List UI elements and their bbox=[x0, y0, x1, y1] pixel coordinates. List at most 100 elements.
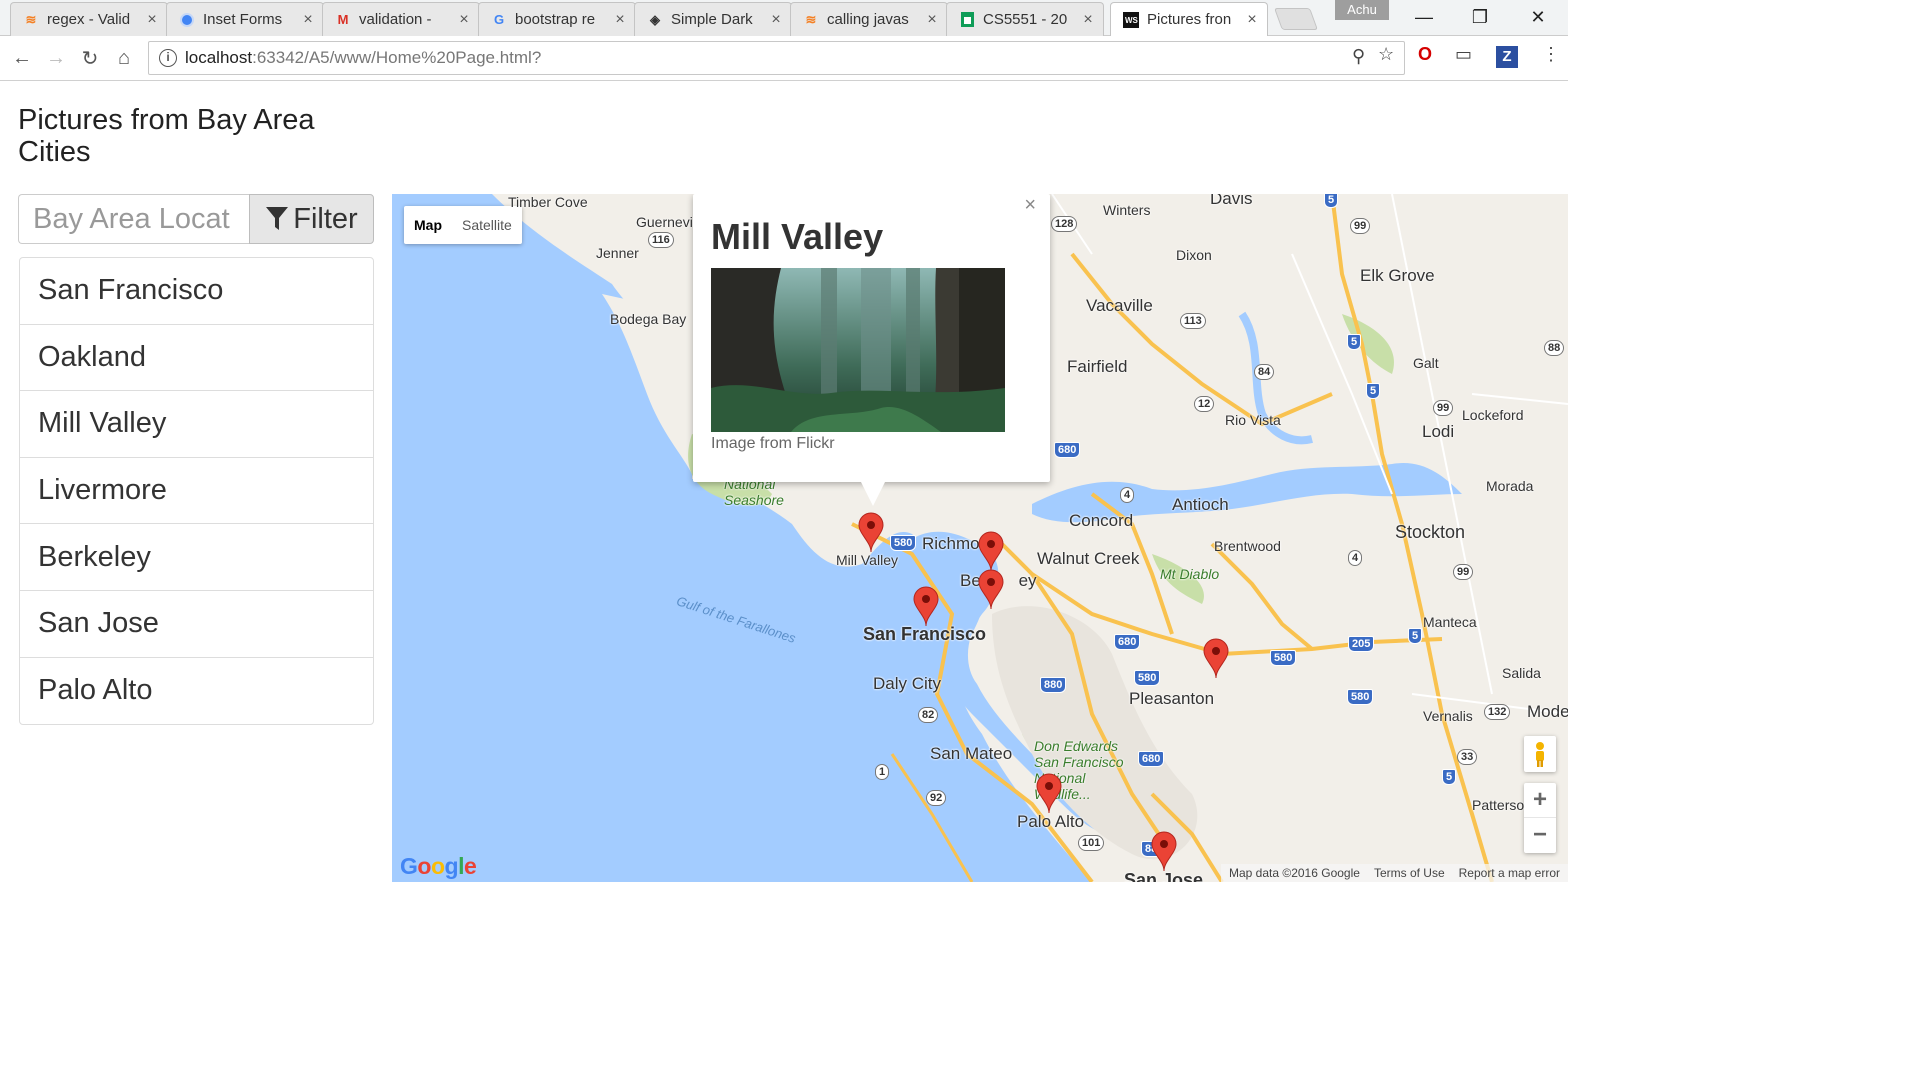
close-icon[interactable]: × bbox=[1245, 11, 1259, 29]
map-label: Davis bbox=[1210, 194, 1253, 208]
map-marker-berkeley[interactable] bbox=[978, 569, 1004, 609]
map-label: Elk Grove bbox=[1360, 266, 1435, 285]
new-tab-button[interactable] bbox=[1273, 8, 1319, 30]
map-label: Palo Alto bbox=[1017, 812, 1085, 831]
browser-tab[interactable]: M validation - × bbox=[322, 2, 480, 36]
map-label: Patterso bbox=[1472, 797, 1525, 813]
close-icon[interactable]: × bbox=[925, 11, 939, 29]
highway-shield: 88 bbox=[1544, 340, 1565, 356]
browser-tab[interactable]: CS5551 - 20 × bbox=[946, 2, 1104, 36]
close-window-icon[interactable]: ✕ bbox=[1510, 0, 1566, 34]
browser-tab[interactable]: ≋ regex - Valid × bbox=[10, 2, 168, 36]
menu-icon[interactable]: ⋮ bbox=[1542, 44, 1560, 65]
highway-shield: 132 bbox=[1484, 704, 1511, 720]
city-list-item[interactable]: Livermore bbox=[20, 458, 373, 525]
map-label: Salida bbox=[1502, 665, 1541, 681]
filter-icon bbox=[266, 207, 289, 230]
close-icon[interactable]: × bbox=[1081, 11, 1095, 29]
info-icon[interactable]: i bbox=[159, 49, 177, 67]
map-marker-palo-alto[interactable] bbox=[1036, 773, 1062, 813]
map-marker-mill-valley[interactable] bbox=[858, 512, 884, 552]
z-extension-icon[interactable]: Z bbox=[1496, 46, 1518, 68]
city-list-item[interactable]: San Francisco bbox=[20, 258, 373, 325]
stackoverflow-icon: ≋ bbox=[805, 11, 817, 27]
terms-of-use-link[interactable]: Terms of Use bbox=[1374, 866, 1445, 880]
forward-icon[interactable]: → bbox=[42, 44, 70, 72]
map-type-control: Map Satellite bbox=[404, 206, 522, 244]
tab-title: Inset Forms bbox=[203, 11, 283, 28]
map-marker-san-jose[interactable] bbox=[1151, 831, 1177, 871]
map-label: Brentwood bbox=[1214, 538, 1281, 554]
highway-shield: 84 bbox=[1254, 364, 1275, 380]
map-label: Rio Vista bbox=[1225, 412, 1281, 428]
highway-shield: 1 bbox=[875, 764, 890, 780]
close-icon[interactable]: × bbox=[301, 11, 315, 29]
browser-tab[interactable]: ≋ calling javas × bbox=[790, 2, 948, 36]
map-label: Winters bbox=[1103, 202, 1151, 218]
opera-extension-icon[interactable]: O bbox=[1418, 44, 1432, 65]
city-list-item[interactable]: Oakland bbox=[20, 325, 373, 392]
highway-shield: 101 bbox=[1078, 835, 1105, 851]
highway-shield: 33 bbox=[1457, 749, 1478, 765]
map-label: San Francisco bbox=[863, 624, 987, 644]
zoom-in-button[interactable]: + bbox=[1524, 783, 1556, 818]
google-map[interactable]: Map Satellite Timber Cove Guernevil Jenn… bbox=[392, 194, 1568, 882]
tab-title: bootstrap re bbox=[515, 11, 596, 28]
filter-button[interactable]: Filter bbox=[249, 194, 374, 244]
map-data-credit: Map data ©2016 Google bbox=[1229, 866, 1360, 880]
highway-shield: 5 bbox=[1324, 194, 1339, 208]
home-icon[interactable]: ⌂ bbox=[110, 44, 138, 72]
address-bar[interactable]: i localhost:63342/A5/www/Home%20Page.htm… bbox=[148, 41, 1405, 75]
map-type-map-button[interactable]: Map bbox=[404, 206, 452, 244]
close-icon[interactable]: × bbox=[457, 11, 471, 29]
cast-icon[interactable]: ▭ bbox=[1455, 44, 1472, 65]
map-label: Pleasanton bbox=[1129, 689, 1215, 708]
info-window: × Mill Valley Image from Flickr bbox=[693, 194, 1050, 506]
highway-shield: 5 bbox=[1442, 769, 1457, 785]
map-label: Vacaville bbox=[1086, 296, 1153, 315]
report-map-error-link[interactable]: Report a map error bbox=[1459, 866, 1560, 880]
highway-shield: 4 bbox=[1120, 487, 1135, 503]
city-list-item[interactable]: Berkeley bbox=[20, 524, 373, 591]
highway-shield: 580 bbox=[890, 535, 917, 551]
google-logo[interactable]: Google bbox=[400, 853, 477, 880]
reload-icon[interactable]: ↻ bbox=[76, 44, 104, 72]
restore-icon[interactable]: ❐ bbox=[1452, 0, 1508, 34]
profile-badge[interactable]: Achu bbox=[1335, 0, 1389, 20]
city-list-item[interactable]: Mill Valley bbox=[20, 391, 373, 458]
street-view-pegman-icon[interactable] bbox=[1524, 736, 1556, 772]
city-list-item[interactable]: Palo Alto bbox=[20, 658, 373, 725]
chrome-icon bbox=[179, 12, 195, 28]
close-icon[interactable]: × bbox=[145, 11, 159, 29]
location-filter-input[interactable] bbox=[18, 194, 249, 244]
map-label: Manteca bbox=[1423, 614, 1477, 630]
browser-tab-active[interactable]: WS Pictures fron × bbox=[1110, 2, 1268, 36]
highway-shield: 880 bbox=[1040, 677, 1067, 693]
map-marker-livermore[interactable] bbox=[1203, 638, 1229, 678]
map-marker-oakland[interactable] bbox=[978, 531, 1004, 571]
zoom-out-button[interactable]: − bbox=[1524, 818, 1556, 853]
browser-tab[interactable]: G bootstrap re × bbox=[478, 2, 636, 36]
codepen-icon: ◈ bbox=[650, 11, 660, 27]
close-icon[interactable]: × bbox=[1024, 194, 1036, 217]
map-type-satellite-button[interactable]: Satellite bbox=[452, 206, 522, 244]
minimize-icon[interactable]: — bbox=[1396, 0, 1452, 34]
close-icon[interactable]: × bbox=[613, 11, 627, 29]
highway-shield: 5 bbox=[1366, 383, 1381, 399]
browser-tab[interactable]: ◈ Simple Dark × bbox=[634, 2, 792, 36]
tab-title: CS5551 - 20 bbox=[983, 11, 1068, 28]
browser-tab[interactable]: Inset Forms × bbox=[166, 2, 324, 36]
map-marker-san-francisco[interactable] bbox=[913, 586, 939, 626]
webstorm-icon: WS bbox=[1123, 11, 1139, 28]
key-icon[interactable]: ⚲ bbox=[1352, 46, 1365, 67]
filter-button-label: Filter bbox=[293, 202, 358, 235]
gmail-icon: M bbox=[337, 12, 349, 27]
google-icon: G bbox=[493, 12, 505, 27]
browser-toolbar: ← → ↻ ⌂ i localhost:63342/A5/www/Home%20… bbox=[0, 36, 1568, 81]
map-label: Dixon bbox=[1176, 247, 1212, 263]
bookmark-star-icon[interactable]: ☆ bbox=[1378, 44, 1394, 65]
back-icon[interactable]: ← bbox=[8, 44, 36, 72]
close-icon[interactable]: × bbox=[769, 11, 783, 29]
city-list-item[interactable]: San Jose bbox=[20, 591, 373, 658]
map-attribution: Map data ©2016 Google Terms of Use Repor… bbox=[1221, 864, 1568, 882]
